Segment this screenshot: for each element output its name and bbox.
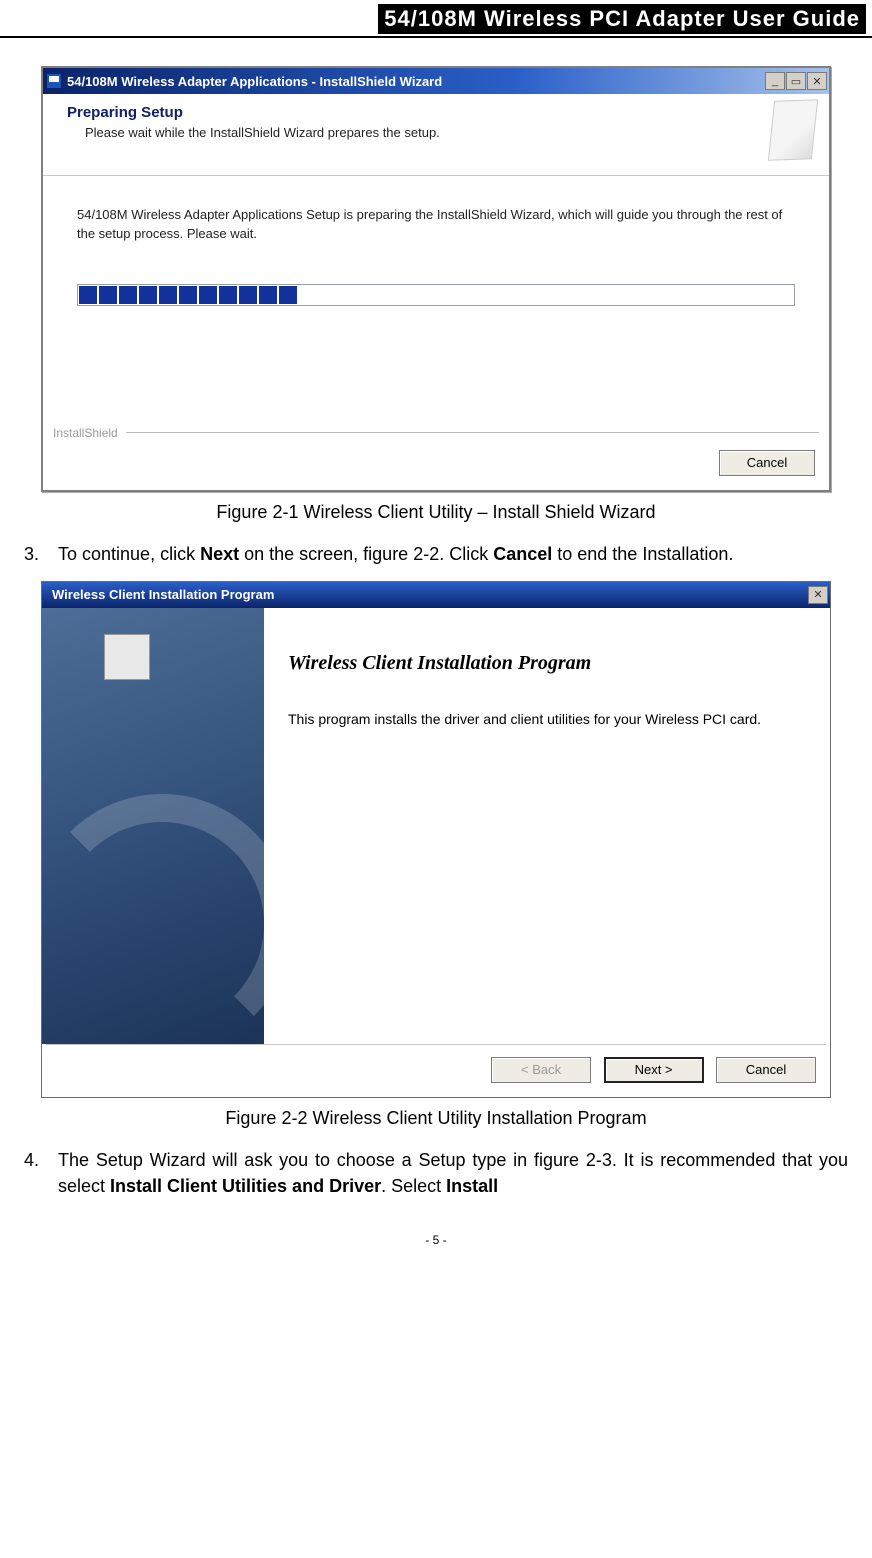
- progress-segment: [699, 286, 717, 304]
- progress-segment: [279, 286, 297, 304]
- installshield-window: 54/108M Wireless Adapter Applications - …: [41, 66, 831, 492]
- step3-text-b: on the screen, figure 2-2. Click: [239, 544, 493, 564]
- document-title: 54/108M Wireless PCI Adapter User Guide: [378, 4, 866, 34]
- separator-line: [126, 432, 819, 433]
- progress-segment: [579, 286, 597, 304]
- window-titlebar: Wireless Client Installation Program ✕: [42, 582, 830, 608]
- step-number: 3.: [24, 541, 58, 567]
- progress-segment: [659, 286, 677, 304]
- preparing-body-text: 54/108M Wireless Adapter Applications Se…: [43, 176, 829, 254]
- close-button[interactable]: ✕: [808, 586, 828, 604]
- client-install-window: Wireless Client Installation Program ✕ W…: [41, 581, 831, 1098]
- step3-text-c: to end the Installation.: [552, 544, 733, 564]
- window-title: 54/108M Wireless Adapter Applications - …: [67, 74, 764, 89]
- progress-segment: [299, 286, 317, 304]
- progress-segment: [439, 286, 457, 304]
- wizard-body-text: This program installs the driver and cli…: [288, 709, 796, 729]
- minimize-button[interactable]: _: [765, 72, 785, 90]
- preparing-title: Preparing Setup: [67, 104, 815, 121]
- step4-bold-a: Install Client Utilities and Driver: [110, 1176, 381, 1196]
- progress-segment: [159, 286, 177, 304]
- window-title: Wireless Client Installation Program: [52, 587, 807, 602]
- progress-segment: [319, 286, 337, 304]
- preparing-header: Preparing Setup Please wait while the In…: [43, 94, 829, 176]
- progress-segment: [79, 286, 97, 304]
- progress-segment: [419, 286, 437, 304]
- progress-segment: [219, 286, 237, 304]
- restore-button[interactable]: ▭: [786, 72, 806, 90]
- progress-segment: [459, 286, 477, 304]
- progress-segment: [619, 286, 637, 304]
- progress-segment: [599, 286, 617, 304]
- page-curl-graphic: [768, 99, 818, 161]
- progress-segment: [379, 286, 397, 304]
- progress-segment: [519, 286, 537, 304]
- installer-disk-icon: [104, 634, 150, 680]
- step3-text-a: To continue, click: [58, 544, 200, 564]
- wizard-side-graphic: [42, 608, 264, 1044]
- progress-segment: [259, 286, 277, 304]
- swoosh-graphic: [32, 794, 292, 1054]
- page-number: - 5 -: [24, 1233, 848, 1247]
- progress-bar: [77, 284, 795, 306]
- step4-bold-b: Install: [446, 1176, 498, 1196]
- app-icon: [45, 72, 63, 90]
- close-button[interactable]: ✕: [807, 72, 827, 90]
- instruction-step-4: 4. The Setup Wizard will ask you to choo…: [24, 1147, 848, 1199]
- progress-segment: [639, 286, 657, 304]
- progress-segment: [339, 286, 357, 304]
- preparing-subtitle: Please wait while the InstallShield Wiza…: [85, 125, 815, 140]
- window-titlebar: 54/108M Wireless Adapter Applications - …: [43, 68, 829, 94]
- progress-segment: [179, 286, 197, 304]
- document-header: 54/108M Wireless PCI Adapter User Guide: [0, 0, 872, 38]
- progress-segment: [479, 286, 497, 304]
- progress-segment: [199, 286, 217, 304]
- progress-segment: [119, 286, 137, 304]
- back-button: < Back: [491, 1057, 591, 1083]
- next-button[interactable]: Next >: [604, 1057, 704, 1083]
- step4-text-b: . Select: [381, 1176, 446, 1196]
- progress-segment: [679, 286, 697, 304]
- installshield-label: InstallShield: [53, 426, 118, 440]
- progress-segment: [399, 286, 417, 304]
- installshield-separator: InstallShield: [53, 426, 819, 440]
- progress-segment: [539, 286, 557, 304]
- step3-cancel-keyword: Cancel: [493, 544, 552, 564]
- cancel-button[interactable]: Cancel: [716, 1057, 816, 1083]
- wizard-main-panel: Wireless Client Installation Program Thi…: [264, 608, 830, 1044]
- progress-segment: [559, 286, 577, 304]
- wizard-headline: Wireless Client Installation Program: [288, 652, 796, 675]
- instruction-step-3: 3. To continue, click Next on the screen…: [24, 541, 848, 567]
- step-number: 4.: [24, 1147, 58, 1199]
- step3-next-keyword: Next: [200, 544, 239, 564]
- progress-segment: [359, 286, 377, 304]
- figure1-caption: Figure 2-1 Wireless Client Utility – Ins…: [24, 502, 848, 523]
- figure2-caption: Figure 2-2 Wireless Client Utility Insta…: [24, 1108, 848, 1129]
- progress-segment: [99, 286, 117, 304]
- progress-segment: [239, 286, 257, 304]
- cancel-button[interactable]: Cancel: [719, 450, 815, 476]
- progress-segment: [499, 286, 517, 304]
- progress-segment: [139, 286, 157, 304]
